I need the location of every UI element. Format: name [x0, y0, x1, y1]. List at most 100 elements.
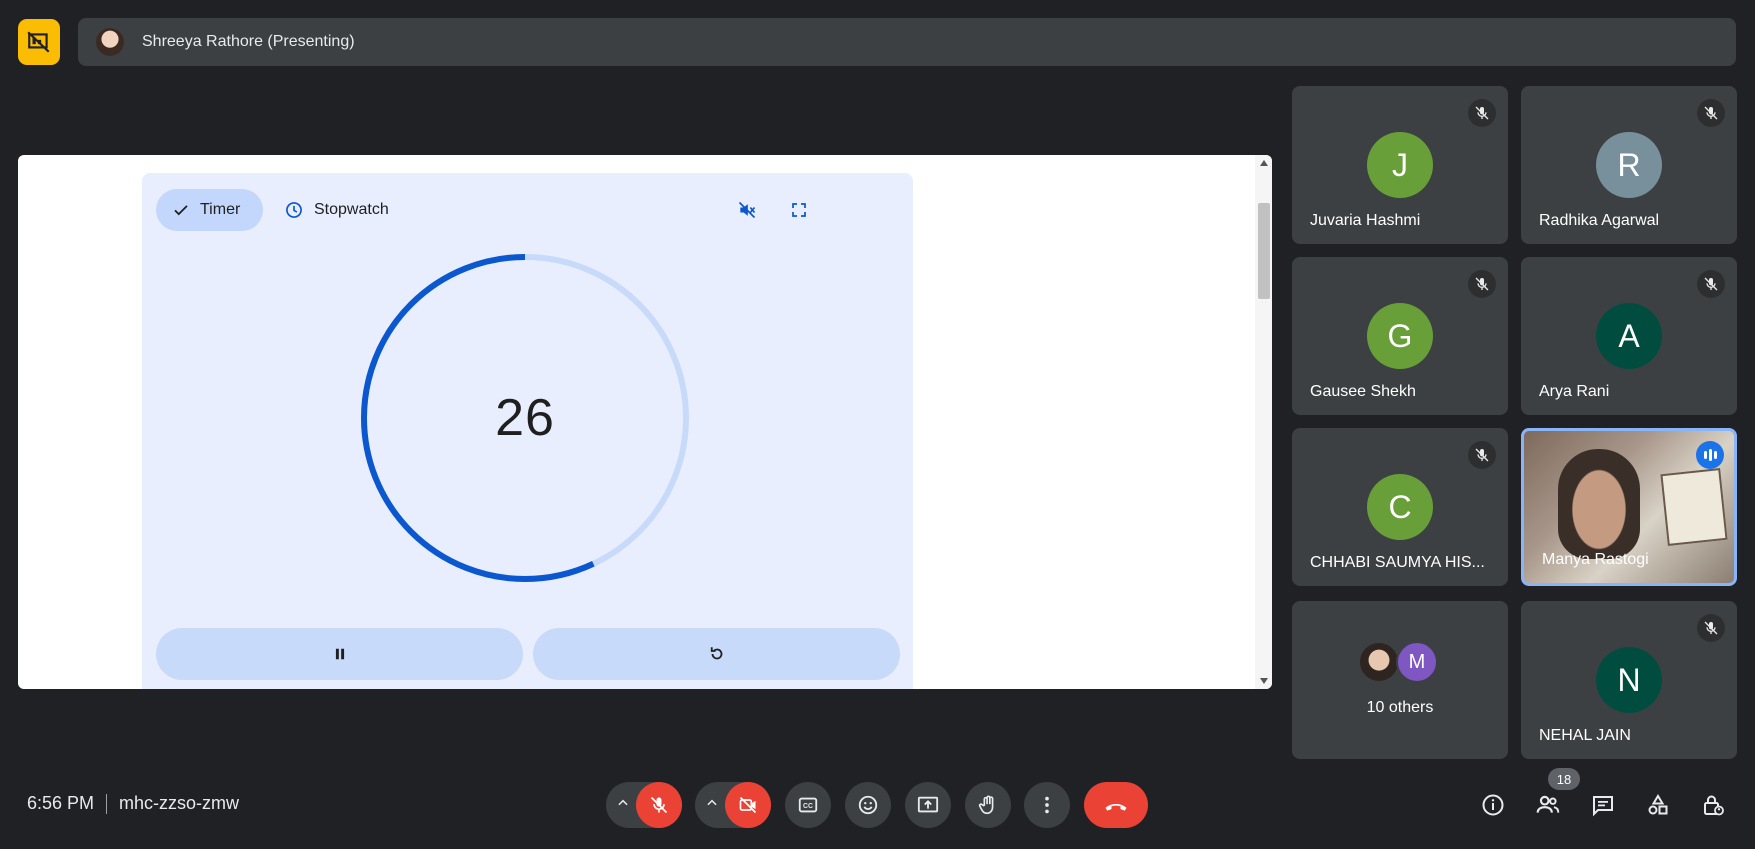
activities-button[interactable] [1643, 790, 1673, 820]
participant-avatar: N [1596, 647, 1662, 713]
people-button[interactable] [1533, 790, 1563, 820]
leave-call-button[interactable] [1084, 782, 1148, 828]
others-initial-avatar: M [1396, 641, 1438, 683]
mic-muted-indicator [1468, 441, 1496, 469]
reset-icon [710, 647, 722, 660]
meeting-details-button[interactable] [1478, 790, 1508, 820]
volume-off-icon [738, 201, 756, 219]
timer-remaining: 26 [495, 389, 555, 447]
mic-off-icon [1475, 106, 1489, 120]
more-options-button[interactable] [1024, 782, 1070, 828]
fullscreen-icon [792, 203, 806, 217]
chat-icon [1593, 796, 1613, 817]
mic-off-icon [1704, 277, 1718, 291]
others-count-label: 10 others [1366, 699, 1434, 716]
mic-muted-indicator [1468, 99, 1496, 127]
participant-tile[interactable]: G Gausee Shekh [1292, 257, 1508, 415]
speaking-indicator [1696, 441, 1724, 469]
timer-card: Timer Stopwatch 26 [142, 173, 913, 689]
mic-control-group[interactable] [606, 782, 682, 828]
divider [106, 793, 108, 814]
raise-hand-icon [978, 795, 994, 815]
participant-avatar: G [1367, 303, 1433, 369]
timer-ring: 26 [360, 253, 690, 583]
stage-scrollbar[interactable] [1255, 155, 1272, 689]
mic-muted-indicator [1697, 99, 1725, 127]
participant-avatar: R [1596, 132, 1662, 198]
shared-screen: Timer Stopwatch 26 [18, 155, 1272, 689]
meeting-info: 6:56 PM mhc-zzso-zmw [27, 793, 239, 814]
participant-avatar: J [1367, 132, 1433, 198]
host-controls-button[interactable] [1698, 790, 1728, 820]
mic-off-icon [1704, 621, 1718, 635]
clock-icon [286, 202, 302, 218]
participant-tile[interactable]: J Juvaria Hashmi [1292, 86, 1508, 244]
pause-icon [335, 648, 344, 660]
activities-icon [1648, 794, 1668, 815]
emoji-button[interactable] [845, 782, 891, 828]
sound-toggle[interactable] [736, 199, 758, 221]
host-controls-icon [1704, 795, 1724, 816]
participant-name: Arya Rani [1539, 383, 1610, 400]
clock-time: 6:56 PM [27, 793, 95, 813]
participant-video [1558, 449, 1640, 559]
others-photo-avatar [1358, 641, 1400, 683]
participant-tile[interactable]: A Arya Rani [1521, 257, 1737, 415]
emoji-icon [858, 795, 878, 815]
pause-button[interactable] [156, 628, 523, 680]
tab-timer-label: Timer [200, 201, 241, 218]
mic-off-icon [650, 796, 668, 814]
camera-control-group[interactable] [695, 782, 771, 828]
mic-muted-indicator [1697, 614, 1725, 642]
participant-name: Gausee Shekh [1310, 383, 1416, 400]
participant-avatar: C [1367, 474, 1433, 540]
participant-video-tile[interactable]: Manya Rastogi [1521, 428, 1737, 586]
meeting-code: mhc-zzso-zmw [119, 793, 240, 813]
participant-tile[interactable]: R Radhika Agarwal [1521, 86, 1737, 244]
raise-hand-button[interactable] [965, 782, 1011, 828]
check-icon [174, 205, 188, 216]
participant-name: Juvaria Hashmi [1310, 212, 1421, 229]
presentation-badge[interactable] [18, 19, 60, 65]
people-count-badge: 18 [1548, 768, 1580, 790]
end-call-icon [1105, 803, 1127, 811]
presenter-label: Shreeya Rathore (Presenting) [142, 33, 355, 50]
tab-stopwatch[interactable]: Stopwatch [276, 189, 389, 231]
fullscreen-button[interactable] [788, 199, 810, 221]
present-icon [917, 796, 939, 813]
participant-tile[interactable]: C CHHABI SAUMYA HIS... [1292, 428, 1508, 586]
scroll-up-arrow[interactable] [1260, 160, 1268, 166]
svg-text:CC: CC [803, 803, 813, 810]
mic-off-icon [1475, 448, 1489, 462]
tab-stopwatch-label: Stopwatch [314, 201, 389, 218]
captions-icon: CC [798, 797, 818, 813]
more-icon [1045, 796, 1049, 814]
mic-muted-indicator [1468, 270, 1496, 298]
present-off-icon [27, 31, 50, 53]
info-icon [1482, 794, 1504, 816]
participant-name: Radhika Agarwal [1539, 212, 1660, 229]
others-tile[interactable]: M 10 others [1292, 601, 1508, 759]
camera-button[interactable] [725, 782, 771, 828]
participant-tile[interactable]: N NEHAL JAIN [1521, 601, 1737, 759]
video-background-sign [1660, 468, 1728, 546]
captions-button[interactable]: CC [785, 782, 831, 828]
participant-name: CHHABI SAUMYA HIS... [1310, 554, 1485, 571]
mic-muted-indicator [1697, 270, 1725, 298]
scroll-thumb[interactable] [1258, 203, 1270, 299]
chat-button[interactable] [1588, 790, 1618, 820]
chevron-up-icon[interactable] [616, 796, 630, 810]
mic-button[interactable] [636, 782, 682, 828]
present-button[interactable] [905, 782, 951, 828]
tab-timer[interactable]: Timer [156, 189, 263, 231]
chevron-up-icon[interactable] [705, 796, 719, 810]
participant-name: NEHAL JAIN [1539, 727, 1631, 744]
scroll-down-arrow[interactable] [1260, 678, 1268, 684]
mic-off-icon [1475, 277, 1489, 291]
reset-button[interactable] [533, 628, 900, 680]
people-icon [1536, 795, 1560, 813]
camera-off-icon [739, 796, 757, 814]
presenter-avatar [96, 28, 124, 56]
participant-avatar: A [1596, 303, 1662, 369]
others-avatars: M [1358, 641, 1448, 685]
